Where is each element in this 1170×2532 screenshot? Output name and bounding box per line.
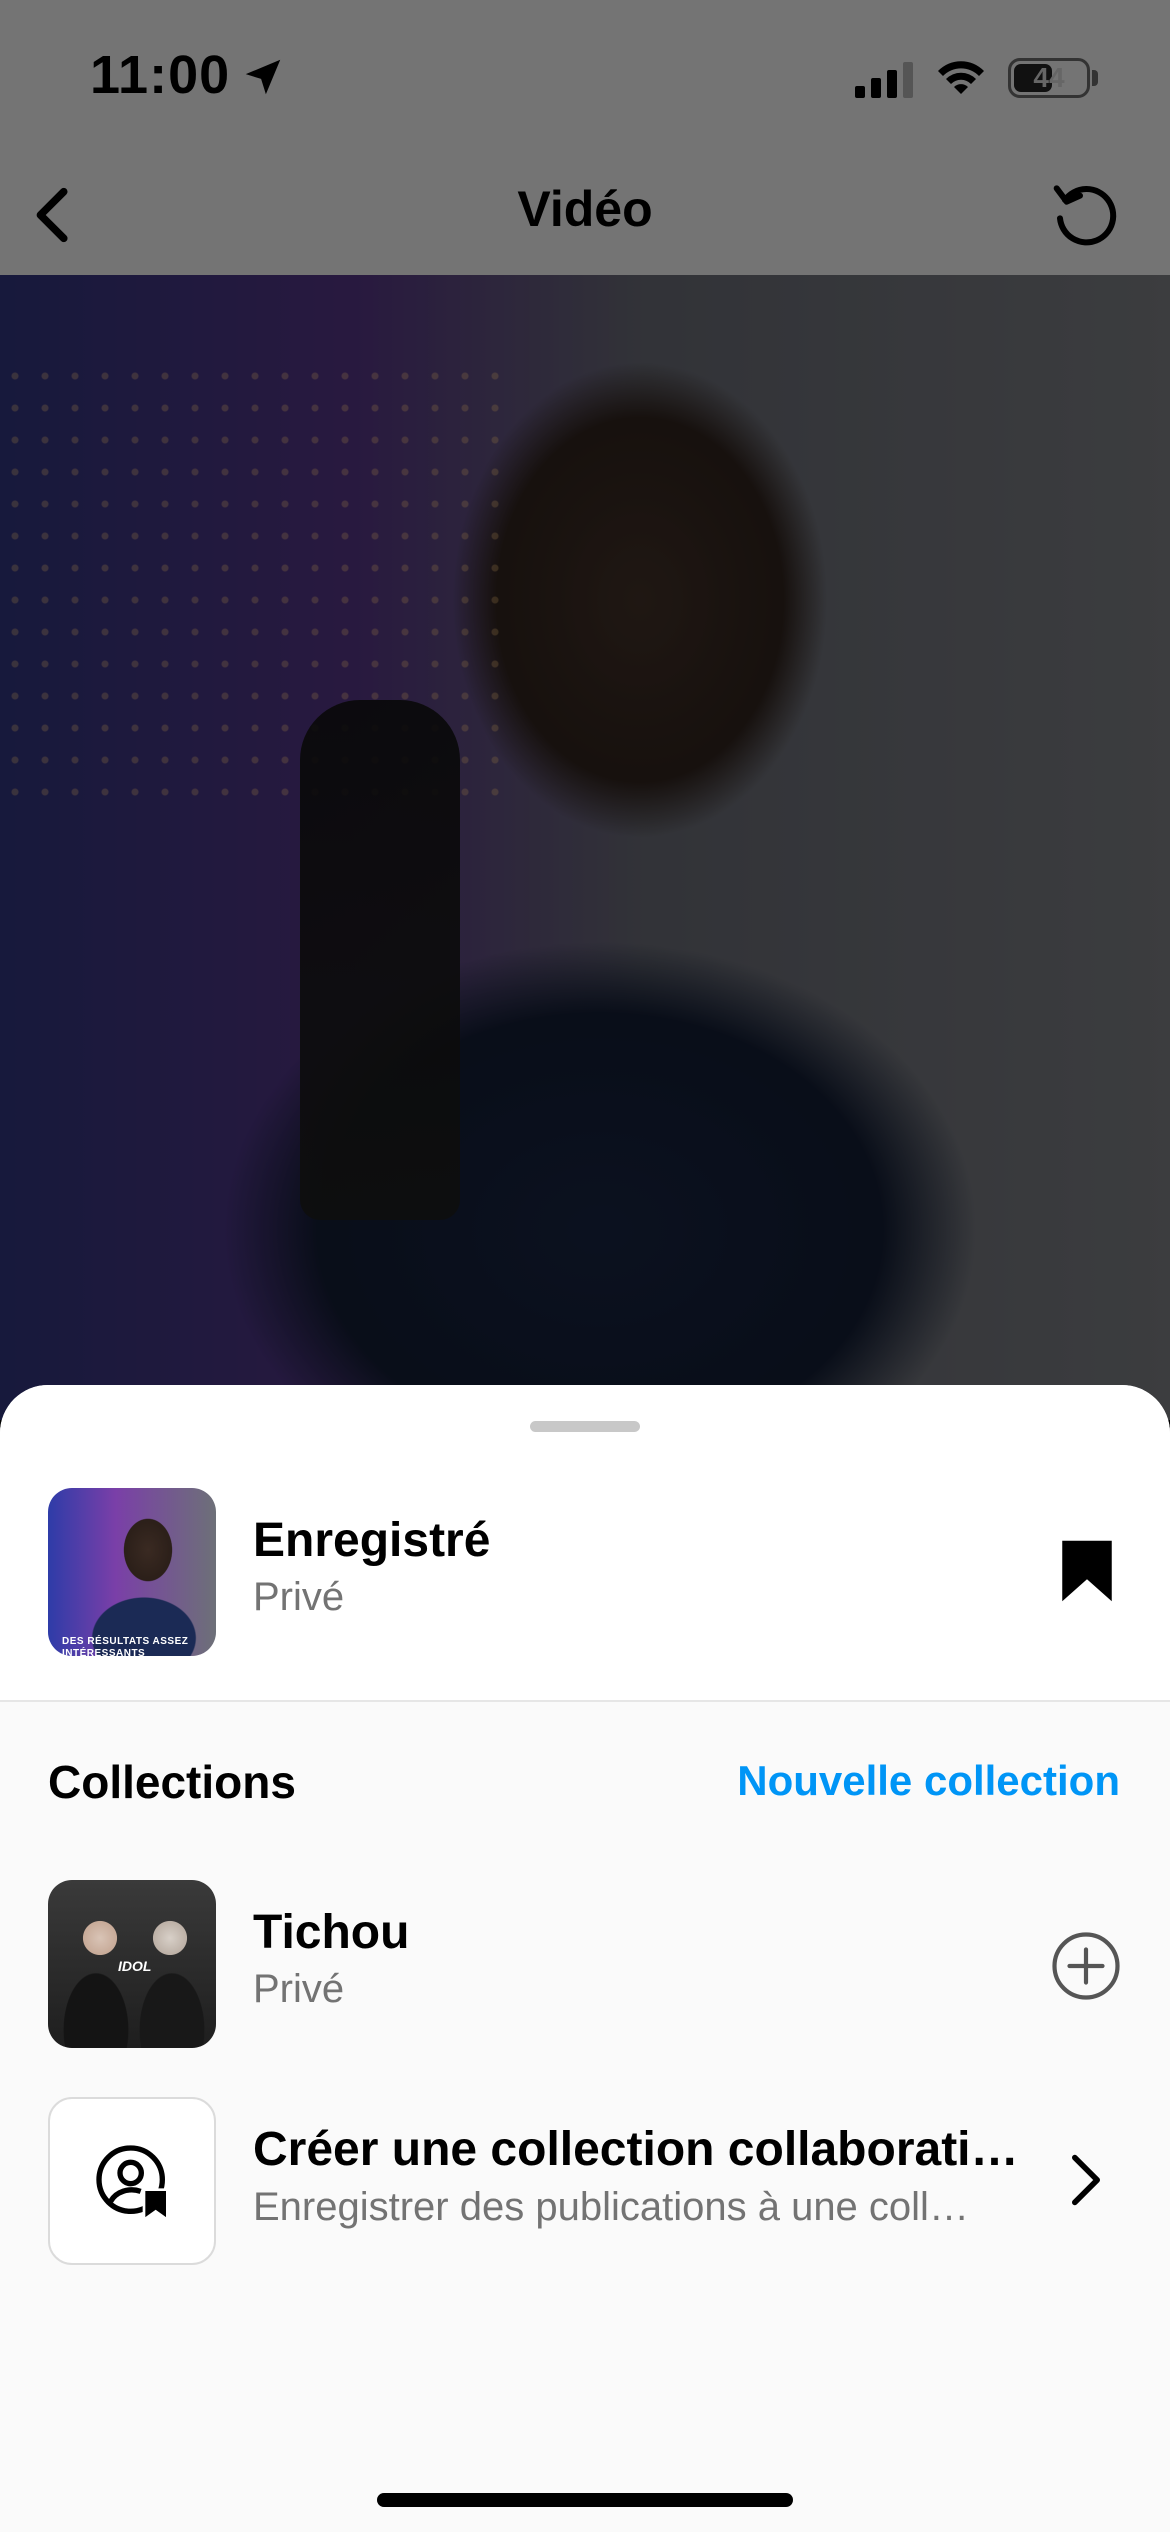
collection-thumbnail-text: IDOL bbox=[118, 1958, 152, 1974]
wifi-icon bbox=[938, 61, 984, 94]
collab-collection-title[interactable]: Créer une collection collaborative bbox=[253, 2122, 1023, 2177]
replay-icon[interactable] bbox=[1045, 175, 1125, 255]
location-arrow-icon bbox=[245, 59, 281, 95]
thumbnail-caption: DES RÉSULTATS ASSEZ INTÉRESSANTS bbox=[62, 1636, 189, 1656]
page-title: Vidéo bbox=[517, 181, 653, 237]
saved-title[interactable]: Enregistré bbox=[253, 1513, 490, 1568]
status-bar: 11:00 44 bbox=[0, 0, 1170, 150]
new-collection-button[interactable]: Nouvelle collection bbox=[716, 1757, 1120, 1805]
chevron-right-icon[interactable] bbox=[1066, 2152, 1106, 2208]
collection-privacy: Privé bbox=[253, 1967, 345, 2011]
battery-nub bbox=[1092, 70, 1098, 86]
plus-circle-icon[interactable] bbox=[1050, 1930, 1122, 2002]
status-time: 11:00 bbox=[90, 45, 231, 105]
collection-title[interactable]: Tichou bbox=[253, 1905, 409, 1960]
collab-collection-thumbnail[interactable] bbox=[48, 2097, 216, 2265]
sheet-grabber[interactable] bbox=[530, 1421, 640, 1432]
nav-bar: Vidéo bbox=[0, 150, 1170, 275]
shared-collection-icon bbox=[96, 2145, 169, 2223]
collection-thumbnail[interactable]: IDOL bbox=[48, 1880, 216, 2048]
home-indicator[interactable] bbox=[377, 2493, 793, 2507]
saved-thumbnail: DES RÉSULTATS ASSEZ INTÉRESSANTS bbox=[48, 1488, 216, 1656]
save-sheet: DES RÉSULTATS ASSEZ INTÉRESSANTS Enregis… bbox=[0, 1385, 1170, 2532]
collab-collection-subtitle: Enregistrer des publications à une colle… bbox=[253, 2185, 983, 2229]
collections-header: Collections bbox=[48, 1756, 296, 1808]
saved-privacy: Privé bbox=[253, 1575, 345, 1619]
battery-percent: 44 bbox=[1033, 62, 1065, 93]
battery-icon: 44 bbox=[1008, 58, 1090, 98]
bookmark-filled-icon[interactable] bbox=[1058, 1538, 1116, 1604]
signal-icon bbox=[855, 62, 913, 98]
